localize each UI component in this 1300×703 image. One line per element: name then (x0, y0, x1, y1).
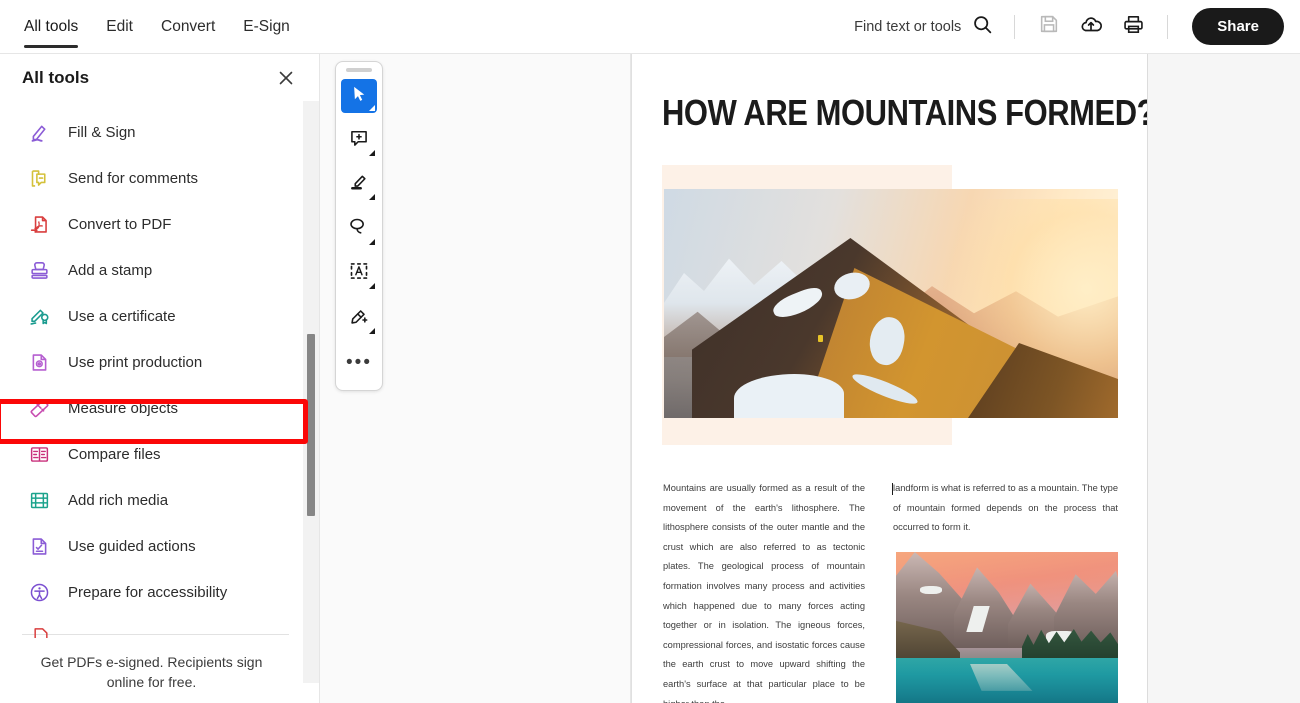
film-strip-icon (28, 489, 50, 511)
print-production-icon (28, 351, 50, 373)
sidebar-item-label: Send for comments (68, 169, 199, 187)
select-cursor-tool-button[interactable] (341, 78, 377, 114)
save-button[interactable] (1028, 7, 1070, 47)
tab-convert[interactable]: Convert (147, 0, 229, 54)
top-toolbar: All tools Edit Convert E-Sign Find text … (0, 0, 1300, 54)
tab-all-tools-label: All tools (24, 17, 79, 35)
sidebar-item-label: Use a certificate (68, 307, 176, 325)
find-text-or-tools-button[interactable]: Find text or tools (846, 14, 1001, 40)
sidebar-item-label: Fill & Sign (68, 123, 136, 141)
toolbar-divider-1 (1014, 14, 1016, 39)
sidebar-promo-text: Get PDFs e-signed. Recipients sign onlin… (40, 654, 263, 690)
sidebar-item-label: Use guided actions (68, 537, 196, 555)
chevron-corner-icon (369, 238, 375, 245)
find-label: Find text or tools (854, 18, 962, 35)
chevron-corner-icon (369, 105, 375, 112)
more-tools-button[interactable]: ••• (341, 346, 377, 380)
tab-all-tools[interactable]: All tools (10, 0, 92, 54)
sidebar-item-label: Compare files (68, 445, 161, 463)
acrobat-window: All tools Edit Convert E-Sign Find text … (0, 0, 1300, 703)
tab-edit-label: Edit (106, 17, 133, 35)
add-comment-tool-button[interactable] (341, 123, 377, 157)
share-button[interactable]: Share (1192, 8, 1284, 45)
sidebar-item-add-a-stamp[interactable]: Add a stamp (0, 247, 319, 293)
chevron-corner-icon (369, 327, 375, 334)
sidebar-item-label: Add rich media (68, 491, 169, 509)
add-comment-icon (349, 128, 369, 153)
highlighter-tool-button[interactable] (341, 168, 377, 202)
cloud-upload-icon (1079, 12, 1103, 41)
sidebar-item-measure-objects[interactable]: Measure objects (0, 385, 319, 431)
chevron-corner-icon (369, 149, 375, 156)
body-paragraph-right: landform is what is referred to as a mou… (893, 483, 1118, 533)
comment-doc-icon (28, 167, 50, 189)
compare-files-icon (28, 443, 50, 465)
tab-esign-label: E-Sign (243, 17, 290, 35)
sidebar-item-label: Convert to PDF (68, 215, 172, 233)
guided-actions-icon (28, 535, 50, 557)
sidebar-title: All tools (22, 67, 90, 87)
quick-tools-toolbar: ••• (335, 61, 383, 391)
all-tools-sidebar: All tools Fill & Sign Send for comments … (0, 54, 320, 703)
print-button[interactable] (1112, 7, 1154, 47)
top-toolbar-actions: Find text or tools Share (846, 0, 1300, 54)
sidebar-item-send-for-comments[interactable]: Send for comments (0, 155, 319, 201)
pdf-page[interactable]: HOW ARE MOUNTAINS FORMED? Mountains are … (631, 54, 1148, 703)
hero-mountain-photo (664, 189, 1118, 418)
tab-convert-label: Convert (161, 17, 216, 35)
floppy-disk-save-icon (1038, 13, 1060, 40)
sidebar-header: All tools (0, 54, 319, 101)
sidebar-item-use-a-certificate[interactable]: Use a certificate (0, 293, 319, 339)
signature-pen-icon (349, 306, 369, 331)
drag-handle[interactable] (346, 68, 372, 72)
accessibility-icon (28, 581, 50, 603)
certificate-icon (28, 305, 50, 327)
stamp-icon (28, 259, 50, 281)
close-sidebar-button[interactable] (273, 65, 299, 91)
document-viewer[interactable]: HOW ARE MOUNTAINS FORMED? Mountains are … (631, 54, 1300, 703)
tab-edit[interactable]: Edit (92, 0, 147, 54)
sidebar-item-use-print-production[interactable]: Use print production (0, 339, 319, 385)
sidebar-item-use-guided-actions[interactable]: Use guided actions (0, 523, 319, 569)
sidebar-item-prepare-for-accessibility[interactable]: Prepare for accessibility (0, 569, 319, 615)
sidebar-scrollbar-thumb[interactable] (307, 334, 315, 516)
lasso-select-tool-button[interactable] (341, 212, 377, 246)
sidebar-item-label: Add a stamp (68, 261, 153, 279)
more-options-icon: ••• (346, 351, 372, 373)
tab-esign[interactable]: E-Sign (229, 0, 304, 54)
convert-pdf-icon (28, 213, 50, 235)
moraine-lake-photo (896, 552, 1118, 703)
sidebar-item-label: Measure objects (68, 399, 179, 417)
pen-sign-icon (28, 121, 50, 143)
select-cursor-icon (350, 85, 368, 108)
sidebar-item-label: Prepare for accessibility (68, 583, 228, 601)
search-icon (972, 14, 993, 40)
lasso-select-icon (349, 217, 369, 242)
highlighter-pen-icon (349, 172, 369, 197)
sidebar-divider (22, 634, 289, 635)
printer-icon (1122, 13, 1145, 41)
toolbar-divider-2 (1167, 14, 1169, 39)
text-box-icon (349, 261, 369, 286)
sidebar-item-label: Use print production (68, 353, 203, 371)
ruler-icon (28, 397, 50, 419)
viewer-left-gutter: ••• (320, 54, 631, 703)
chevron-corner-icon (369, 194, 375, 201)
body-paragraph-left: Mountains are usually formed as a result… (663, 483, 865, 703)
chevron-corner-icon (369, 283, 375, 290)
sidebar-item-compare-files[interactable]: Compare files (0, 431, 319, 477)
document-heading: HOW ARE MOUNTAINS FORMED? (662, 92, 1148, 133)
sidebar-item-convert-to-pdf[interactable]: Convert to PDF (0, 201, 319, 247)
cloud-upload-button[interactable] (1070, 7, 1112, 47)
sidebar-item-add-rich-media[interactable]: Add rich media (0, 477, 319, 523)
main-nav-tabs: All tools Edit Convert E-Sign (0, 0, 304, 54)
partial-tool-icon (31, 626, 51, 638)
tool-list: Fill & Sign Send for comments Convert to… (0, 101, 319, 674)
sidebar-item-fill-and-sign[interactable]: Fill & Sign (0, 109, 319, 155)
signature-tool-button[interactable] (341, 301, 377, 335)
text-box-tool-button[interactable] (341, 257, 377, 291)
